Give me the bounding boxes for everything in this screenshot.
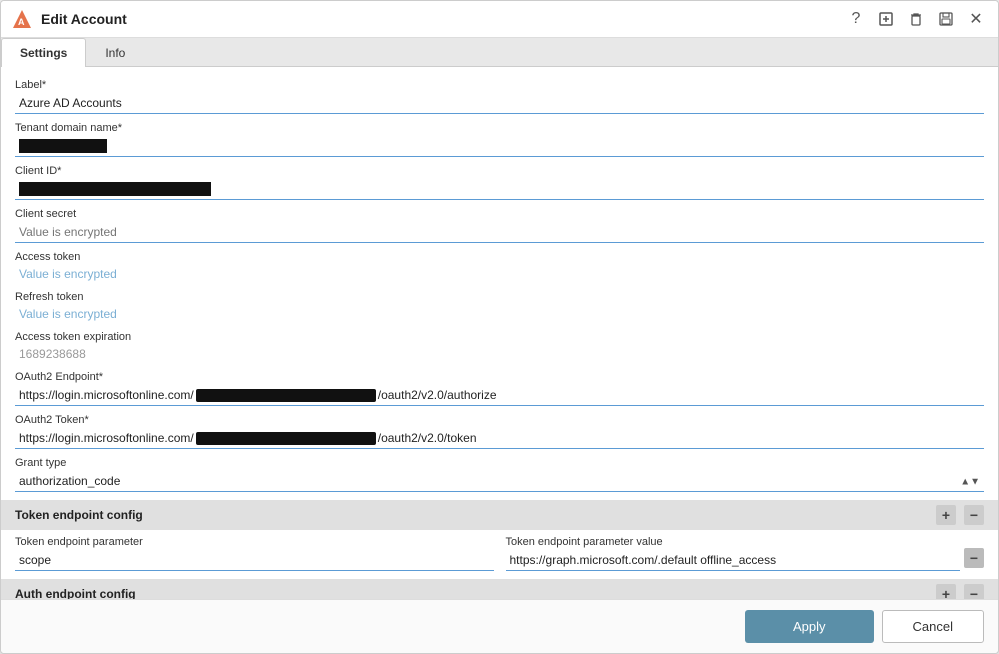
delete-button[interactable] — [904, 7, 928, 31]
label-input[interactable] — [15, 93, 984, 114]
tenant-domain-input[interactable] — [15, 136, 984, 157]
help-button[interactable]: ? — [844, 7, 868, 31]
token-endpoint-param-label: Token endpoint parameter — [15, 536, 494, 548]
refresh-token-value: Value is encrypted — [15, 305, 984, 323]
refresh-token-field-group: Refresh token Value is encrypted — [15, 291, 984, 323]
auth-endpoint-config-title: Auth endpoint config — [15, 587, 136, 599]
titlebar: A Edit Account ? — [1, 1, 998, 38]
dialog-footer: Apply Cancel — [1, 599, 998, 653]
grant-type-label: Grant type — [15, 457, 984, 469]
token-endpoint-config-header: Token endpoint config + − — [1, 500, 998, 530]
client-id-input[interactable] — [15, 179, 984, 200]
titlebar-actions: ? ✕ — [844, 7, 988, 31]
export-icon — [878, 11, 894, 27]
auth-endpoint-config-actions: + − — [936, 584, 984, 599]
label-field-group: Label* — [15, 79, 984, 114]
access-token-expiration-value: 1689238688 — [15, 345, 984, 363]
grant-type-field-group: Grant type authorization_code client_cre… — [15, 457, 984, 492]
access-token-label: Access token — [15, 251, 984, 263]
token-endpoint-value-input[interactable] — [506, 550, 961, 571]
titlebar-left: A Edit Account — [11, 8, 127, 30]
oauth2-endpoint-prefix: https://login.microsoftonline.com/ — [19, 388, 194, 402]
grant-type-select[interactable]: authorization_code client_credentials im… — [15, 471, 984, 492]
oauth2-endpoint-field-group: OAuth2 Endpoint* https://login.microsoft… — [15, 371, 984, 406]
token-endpoint-param-input[interactable] — [15, 550, 494, 571]
client-secret-input[interactable] — [15, 222, 984, 243]
tenant-domain-label: Tenant domain name* — [15, 122, 984, 134]
refresh-token-label: Refresh token — [15, 291, 984, 303]
client-id-field-group: Client ID* — [15, 165, 984, 200]
delete-icon — [908, 11, 924, 27]
oauth2-token-label: OAuth2 Token* — [15, 414, 984, 426]
tab-info[interactable]: Info — [86, 38, 144, 67]
token-endpoint-config-row: Token endpoint parameter Token endpoint … — [15, 536, 984, 571]
access-token-value: Value is encrypted — [15, 265, 984, 283]
client-secret-label: Client secret — [15, 208, 984, 220]
tab-settings[interactable]: Settings — [1, 38, 86, 67]
token-endpoint-add-button[interactable]: + — [936, 505, 956, 525]
grant-type-select-wrapper: authorization_code client_credentials im… — [15, 471, 984, 492]
tenant-domain-field-group: Tenant domain name* — [15, 122, 984, 157]
apply-button[interactable]: Apply — [745, 610, 874, 643]
export-button[interactable] — [874, 7, 898, 31]
label-field-label: Label* — [15, 79, 984, 91]
oauth2-endpoint-suffix: /oauth2/v2.0/authorize — [378, 388, 497, 402]
token-endpoint-value-field: Token endpoint parameter value — [506, 536, 961, 571]
svg-text:A: A — [18, 17, 25, 27]
token-endpoint-remove-button[interactable]: − — [964, 505, 984, 525]
app-icon: A — [11, 8, 33, 30]
token-endpoint-value-row: Token endpoint parameter value − — [506, 536, 985, 571]
access-token-expiration-field-group: Access token expiration 1689238688 — [15, 331, 984, 363]
save-button[interactable] — [934, 7, 958, 31]
oauth2-endpoint-redacted — [196, 389, 376, 402]
auth-endpoint-config-header: Auth endpoint config + − — [1, 579, 998, 599]
oauth2-token-redacted — [196, 432, 376, 445]
token-endpoint-param-row: Token endpoint parameter — [15, 536, 494, 571]
client-secret-field-group: Client secret — [15, 208, 984, 243]
settings-content: Label* Tenant domain name* Client ID* Cl… — [1, 67, 998, 599]
cancel-button[interactable]: Cancel — [882, 610, 984, 643]
oauth2-token-prefix: https://login.microsoftonline.com/ — [19, 431, 194, 445]
token-endpoint-param-field: Token endpoint parameter — [15, 536, 494, 571]
token-endpoint-config-title: Token endpoint config — [15, 508, 143, 522]
save-icon — [938, 11, 954, 27]
close-button[interactable]: ✕ — [964, 7, 988, 31]
auth-endpoint-remove-button[interactable]: − — [964, 584, 984, 599]
token-endpoint-value-label: Token endpoint parameter value — [506, 536, 961, 548]
dialog-title: Edit Account — [41, 11, 127, 27]
access-token-field-group: Access token Value is encrypted — [15, 251, 984, 283]
edit-account-dialog: A Edit Account ? — [0, 0, 999, 654]
access-token-expiration-label: Access token expiration — [15, 331, 984, 343]
tabs-bar: Settings Info — [1, 38, 998, 67]
oauth2-token-suffix: /oauth2/v2.0/token — [378, 431, 477, 445]
client-id-label: Client ID* — [15, 165, 984, 177]
auth-endpoint-add-button[interactable]: + — [936, 584, 956, 599]
token-endpoint-config-actions: + − — [936, 505, 984, 525]
oauth2-token-field-group: OAuth2 Token* https://login.microsoftonl… — [15, 414, 984, 449]
token-endpoint-row-remove-button[interactable]: − — [964, 548, 984, 568]
oauth2-endpoint-label: OAuth2 Endpoint* — [15, 371, 984, 383]
